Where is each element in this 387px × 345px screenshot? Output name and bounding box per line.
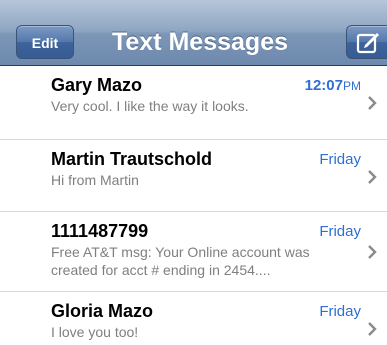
time-value: Friday	[319, 303, 361, 320]
chevron-right-icon	[368, 96, 377, 110]
page-title: Text Messages	[111, 28, 288, 56]
message-row[interactable]: 1111487799 Friday Free AT&T msg: Your On…	[0, 212, 387, 292]
timestamp: 12:07PM	[305, 76, 361, 96]
message-preview: I love you too!	[51, 324, 139, 340]
message-list: Gary Mazo 12:07PM Very cool. I like the …	[0, 66, 387, 345]
message-preview: Hi from Martin	[51, 172, 139, 188]
time-value: Friday	[319, 223, 361, 240]
compose-button[interactable]	[346, 25, 387, 59]
chevron-right-icon	[368, 170, 377, 184]
sender-name: Gloria Mazo	[51, 301, 154, 321]
message-row[interactable]: Gary Mazo 12:07PM Very cool. I like the …	[0, 66, 387, 140]
navigation-bar: Edit Text Messages	[0, 0, 387, 66]
time-ampm: PM	[343, 79, 361, 93]
chevron-right-icon	[368, 322, 377, 336]
timestamp: Friday	[319, 222, 361, 242]
timestamp: Friday	[319, 150, 361, 170]
message-row[interactable]: Martin Trautschold Friday Hi from Martin	[0, 140, 387, 212]
edit-button[interactable]: Edit	[16, 25, 74, 59]
message-row[interactable]: Gloria Mazo Friday I love you too!	[0, 292, 387, 345]
message-preview: Very cool. I like the way it looks.	[51, 98, 249, 114]
chevron-right-icon	[368, 245, 377, 259]
messages-screen: Edit Text Messages Gary Mazo 12:07PM Ver…	[0, 0, 387, 345]
sender-name: 1111487799	[51, 221, 149, 241]
time-value: Friday	[319, 151, 361, 168]
compose-icon	[356, 33, 379, 54]
message-preview: Free AT&T msg: Your Online account was c…	[51, 244, 310, 278]
time-value: 12:07	[304, 77, 343, 94]
sender-name: Gary Mazo	[51, 75, 143, 95]
sender-name: Martin Trautschold	[51, 149, 213, 169]
timestamp: Friday	[319, 302, 361, 322]
